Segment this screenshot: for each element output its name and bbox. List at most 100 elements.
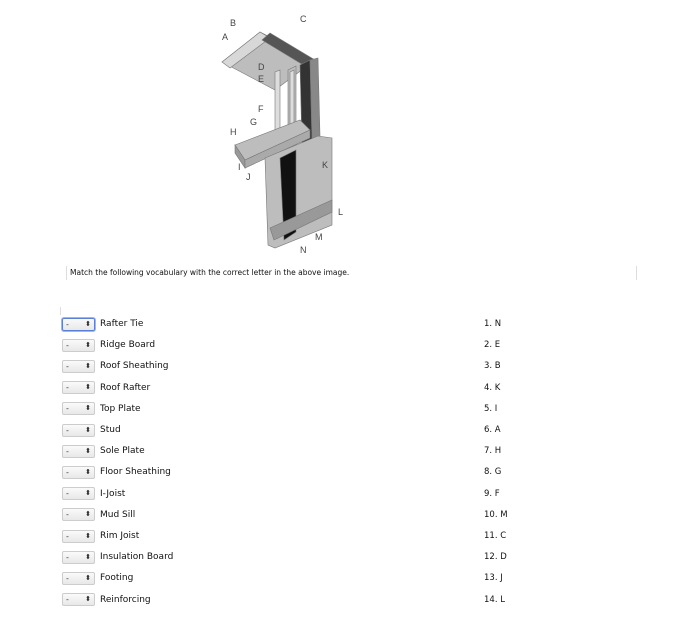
letter-select[interactable]: - ⬍ (62, 338, 95, 352)
vocabulary-term: Stud (100, 425, 121, 435)
match-row: - ⬍ Rafter Tie (62, 316, 143, 332)
diagram-label-h: H (230, 127, 237, 137)
match-row: - ⬍ Footing (62, 570, 133, 586)
letter-select[interactable]: - ⬍ (62, 465, 95, 479)
diagram-label-f: F (258, 104, 264, 114)
select-value: - (66, 489, 69, 499)
vocabulary-term: Ridge Board (100, 340, 156, 351)
answer-key-item: 9. F (484, 488, 500, 499)
select-value: - (66, 319, 69, 329)
diagram-label-b: B (230, 18, 236, 28)
select-value: - (66, 404, 69, 414)
vocabulary-term: Sole Plate (100, 446, 145, 457)
diagram-label-n: N (300, 245, 307, 255)
diagram-label-e: E (258, 74, 264, 84)
letter-select[interactable]: - ⬍ (62, 571, 95, 585)
chevron-updown-icon: ⬍ (85, 552, 91, 561)
answer-key-item: 6. A (484, 425, 501, 435)
select-value: - (66, 446, 69, 456)
answer-key-item: 11. C (484, 531, 507, 541)
house-framing-diagram: A B C D E F G H I J K L M N (221, 14, 343, 255)
chevron-updown-icon: ⬍ (85, 510, 91, 519)
select-value: - (66, 573, 69, 583)
answer-key-item: 2. E (484, 340, 501, 351)
chevron-updown-icon: ⬍ (85, 425, 91, 434)
letter-select[interactable]: - ⬍ (62, 550, 95, 564)
vocabulary-term: Roof Sheathing (100, 361, 169, 372)
letter-select[interactable]: - ⬍ (62, 487, 95, 501)
chevron-updown-icon: ⬍ (85, 573, 91, 582)
answer-key-item: 14. L (484, 594, 505, 605)
divider (636, 266, 637, 280)
letter-select[interactable]: - ⬍ (62, 402, 95, 416)
vocabulary-term: Rafter Tie (100, 319, 144, 329)
vocabulary-term: I-Joist (100, 488, 126, 499)
letter-select[interactable]: - ⬍ (62, 529, 95, 543)
chevron-updown-icon: ⬍ (85, 489, 91, 498)
letter-select[interactable]: - ⬍ (62, 508, 95, 522)
question-prompt: Match the following vocabulary with the … (66, 266, 349, 280)
diagram-label-j: J (246, 172, 251, 182)
match-row: - ⬍ Roof Rafter (62, 380, 150, 396)
select-value: - (66, 340, 69, 350)
match-row: - ⬍ I-Joist (62, 486, 125, 502)
vocabulary-term: Floor Sheathing (100, 467, 171, 478)
match-row: - ⬍ Stud (62, 422, 121, 438)
answer-key-item: 10. M (484, 509, 508, 520)
diagram-label-d: D (258, 62, 265, 72)
diagram-label-l: L (338, 207, 343, 217)
vocabulary-term: Insulation Board (100, 552, 174, 563)
select-value: - (66, 425, 69, 435)
select-value: - (66, 383, 69, 393)
chevron-updown-icon: ⬍ (85, 361, 91, 370)
match-row: - ⬍ Top Plate (62, 401, 141, 417)
letter-select[interactable]: - ⬍ (62, 593, 95, 607)
match-row: - ⬍ Reinforcing (62, 592, 151, 608)
chevron-updown-icon: ⬍ (85, 404, 91, 413)
match-row: - ⬍ Insulation Board (62, 549, 173, 565)
match-row: - ⬍ Floor Sheathing (62, 464, 171, 480)
chevron-updown-icon: ⬍ (85, 340, 91, 349)
answer-key-item: 7. H (484, 446, 502, 457)
diagram-label-g: G (250, 117, 257, 127)
chevron-updown-icon: ⬍ (85, 531, 91, 540)
select-value: - (66, 595, 69, 605)
chevron-updown-icon: ⬍ (85, 595, 91, 604)
answer-key-item: 3. B (484, 361, 501, 372)
letter-select[interactable]: - ⬍ (62, 317, 95, 331)
chevron-updown-icon: ⬍ (85, 467, 91, 476)
vocabulary-term: Footing (100, 573, 134, 584)
diagram-label-i: I (238, 162, 241, 172)
diagram-label-m: M (315, 232, 323, 242)
vocabulary-term: Top Plate (100, 403, 141, 414)
match-row: - ⬍ Mud Sill (62, 507, 135, 523)
chevron-updown-icon: ⬍ (85, 383, 91, 392)
diagram-label-c: C (300, 14, 307, 24)
match-row: - ⬍ Sole Plate (62, 443, 145, 459)
answer-key-item: 4. K (484, 382, 501, 393)
diagram-label-k: K (322, 160, 328, 170)
select-value: - (66, 467, 69, 477)
letter-select[interactable]: - ⬍ (62, 381, 95, 395)
letter-select[interactable]: - ⬍ (62, 444, 95, 458)
answer-key-item: 13. J (484, 573, 503, 584)
vocabulary-term: Roof Rafter (100, 382, 151, 393)
match-row: - ⬍ Rim Joist (62, 528, 139, 544)
answer-key-item: 8. G (484, 467, 502, 478)
answer-key-item: 5. I (484, 403, 498, 414)
vocabulary-term: Rim Joist (100, 531, 140, 541)
select-value: - (66, 552, 69, 562)
select-value: - (66, 531, 69, 541)
select-value: - (66, 510, 69, 520)
match-row: - ⬍ Ridge Board (62, 337, 155, 353)
chevron-updown-icon: ⬍ (85, 446, 91, 455)
match-row: - ⬍ Roof Sheathing (62, 358, 169, 374)
letter-select[interactable]: - ⬍ (62, 359, 95, 373)
answer-key-item: 12. D (484, 552, 507, 563)
letter-select[interactable]: - ⬍ (62, 423, 95, 437)
divider (60, 307, 61, 315)
vocabulary-term: Mud Sill (100, 509, 136, 520)
chevron-updown-icon: ⬍ (85, 319, 91, 328)
vocabulary-term: Reinforcing (100, 594, 151, 605)
select-value: - (66, 361, 69, 371)
